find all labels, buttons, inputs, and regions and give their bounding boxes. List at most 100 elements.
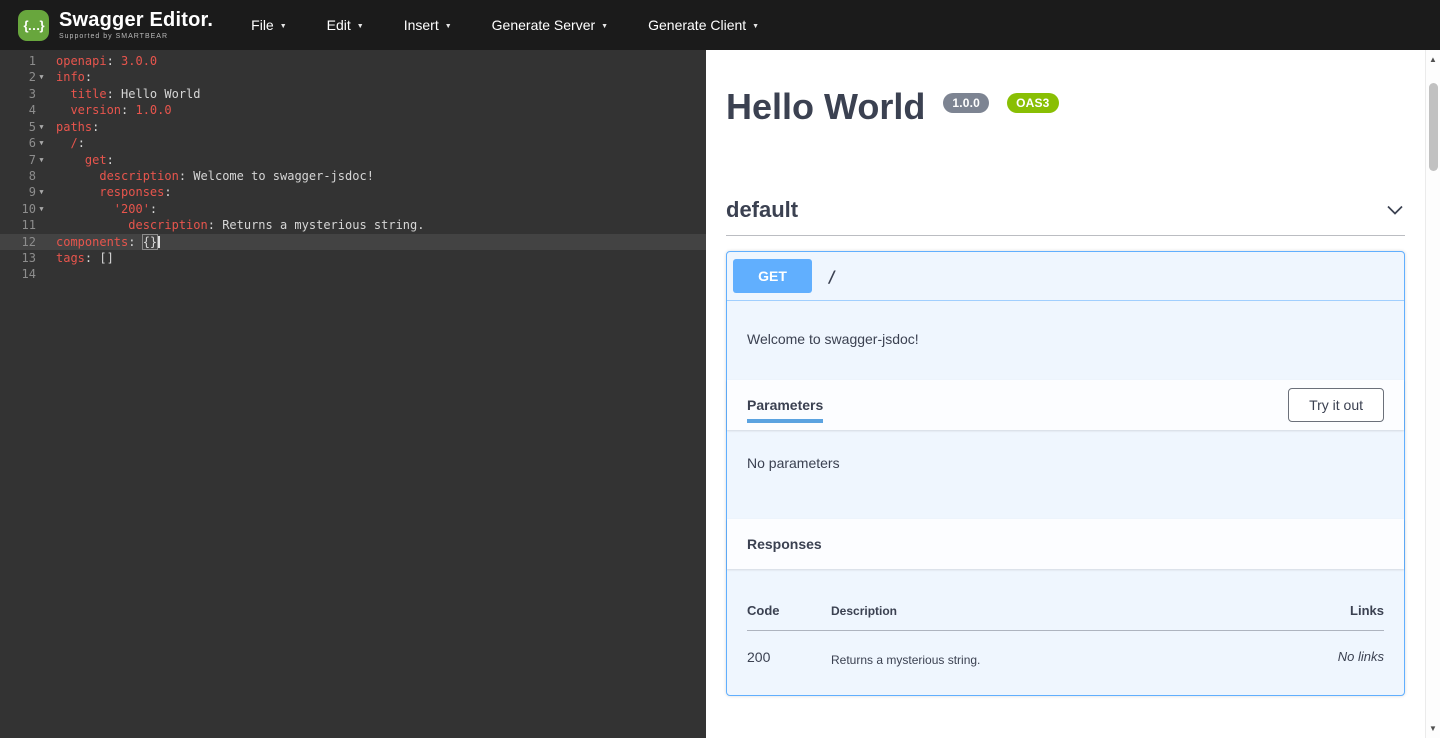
main-split: 12▼345▼6▼7▼89▼10▼11121314 openapi: 3.0.0… <box>0 50 1440 738</box>
no-parameters-text: No parameters <box>747 455 1384 471</box>
caret-down-icon: ▼ <box>280 21 287 30</box>
fold-toggle-icon[interactable]: ▼ <box>36 69 47 85</box>
code-line[interactable]: version: 1.0.0 <box>49 102 706 118</box>
swagger-ui-preview: Hello World 1.0.0 OAS3 default GET / Wel… <box>706 50 1425 738</box>
line-number: 6 <box>29 135 36 151</box>
gutter-line: 11 <box>0 217 49 233</box>
code-line[interactable]: responses: <box>49 184 706 200</box>
app-title: Swagger Editor. <box>59 10 213 31</box>
gutter-line: 10▼ <box>0 201 49 217</box>
line-number: 4 <box>29 102 36 118</box>
tag-section-default[interactable]: default <box>726 188 1405 236</box>
line-number: 12 <box>22 234 36 250</box>
gutter-line: 6▼ <box>0 135 49 151</box>
line-number: 11 <box>22 217 36 233</box>
gutter-line: 3 <box>0 86 49 102</box>
line-number: 14 <box>22 266 36 282</box>
api-info-section: Hello World 1.0.0 OAS3 <box>706 50 1425 146</box>
menu-file[interactable]: File ▼ <box>251 17 287 33</box>
caret-down-icon: ▼ <box>357 21 364 30</box>
scrollbar-thumb[interactable] <box>1429 83 1438 171</box>
gutter-line: 7▼ <box>0 152 49 168</box>
api-title: Hello World 1.0.0 OAS3 <box>726 86 1405 128</box>
line-number: 5 <box>29 119 36 135</box>
code-line[interactable]: description: Returns a mysterious string… <box>49 217 706 233</box>
brand-subtitle: Supported by SMARTBEAR <box>59 33 213 40</box>
responses-body: Code Description Links 200 Returns a mys… <box>727 569 1404 695</box>
col-header-description: Description <box>831 589 1264 631</box>
gutter-line: 4 <box>0 102 49 118</box>
line-number: 7 <box>29 152 36 168</box>
operation-summary[interactable]: GET / <box>727 252 1404 301</box>
parameters-header: Parameters Try it out <box>727 380 1404 430</box>
fold-toggle-icon[interactable]: ▼ <box>36 152 47 168</box>
parameters-body: No parameters <box>727 430 1404 519</box>
text-cursor <box>158 236 160 248</box>
preview-scrollbar[interactable]: ▲ ▼ <box>1425 50 1440 738</box>
menu-generate-client[interactable]: Generate Client ▼ <box>648 17 759 33</box>
gutter-line: 8 <box>0 168 49 184</box>
code-line[interactable]: title: Hello World <box>49 86 706 102</box>
chevron-down-icon[interactable] <box>1385 200 1405 220</box>
brand: {…} Swagger Editor. Supported by SMARTBE… <box>18 10 213 41</box>
caret-down-icon: ▼ <box>752 21 759 30</box>
method-badge: GET <box>733 259 812 293</box>
editor-code[interactable]: openapi: 3.0.0info: title: Hello World v… <box>49 53 706 738</box>
fold-toggle-icon[interactable]: ▼ <box>36 201 47 217</box>
scroll-up-icon[interactable]: ▲ <box>1426 55 1440 64</box>
response-code: 200 <box>747 631 831 668</box>
line-number: 1 <box>29 53 36 69</box>
responses-table: Code Description Links 200 Returns a mys… <box>747 589 1384 667</box>
version-badge: 1.0.0 <box>943 93 989 113</box>
menu-insert[interactable]: Insert ▼ <box>404 17 452 33</box>
line-number: 3 <box>29 86 36 102</box>
api-title-text: Hello World <box>726 86 925 127</box>
code-line[interactable]: components: {} <box>49 234 706 250</box>
gutter-line: 2▼ <box>0 69 49 85</box>
line-number: 10 <box>22 201 36 217</box>
code-line[interactable]: '200': <box>49 201 706 217</box>
gutter-line: 1 <box>0 53 49 69</box>
brand-text: Swagger Editor. Supported by SMARTBEAR <box>59 10 213 40</box>
response-row: 200 Returns a mysterious string. No link… <box>747 631 1384 668</box>
yaml-editor[interactable]: 12▼345▼6▼7▼89▼10▼11121314 openapi: 3.0.0… <box>0 50 706 738</box>
response-description: Returns a mysterious string. <box>831 631 1264 668</box>
code-line[interactable]: openapi: 3.0.0 <box>49 53 706 69</box>
code-line[interactable]: get: <box>49 152 706 168</box>
swagger-logo-icon: {…} <box>18 10 49 41</box>
code-line[interactable]: /: <box>49 135 706 151</box>
fold-toggle-icon[interactable]: ▼ <box>36 119 47 135</box>
code-line[interactable]: paths: <box>49 119 706 135</box>
menu-label: Insert <box>404 17 439 33</box>
line-number: 9 <box>29 184 36 200</box>
caret-down-icon: ▼ <box>445 21 452 30</box>
line-number: 2 <box>29 69 36 85</box>
code-line[interactable]: info: <box>49 69 706 85</box>
gutter-line: 14 <box>0 266 49 282</box>
tab-parameters[interactable]: Parameters <box>747 380 823 430</box>
menu-edit[interactable]: Edit▼ <box>327 17 364 33</box>
menu-label: Generate Client <box>648 17 746 33</box>
col-header-links: Links <box>1264 589 1384 631</box>
responses-title: Responses <box>747 519 822 569</box>
try-it-out-button[interactable]: Try it out <box>1288 388 1384 422</box>
editor-gutter: 12▼345▼6▼7▼89▼10▼11121314 <box>0 53 49 738</box>
code-line[interactable] <box>49 266 706 282</box>
menu-label: Generate Server <box>492 17 596 33</box>
code-line[interactable]: description: Welcome to swagger-jsdoc! <box>49 168 706 184</box>
topbar: {…} Swagger Editor. Supported by SMARTBE… <box>0 0 1440 50</box>
menu-label: File <box>251 17 274 33</box>
gutter-line: 9▼ <box>0 184 49 200</box>
operation-description: Welcome to swagger-jsdoc! <box>727 301 1404 380</box>
oas-badge: OAS3 <box>1007 93 1058 113</box>
menu-generate-server[interactable]: Generate Server ▼ <box>492 17 608 33</box>
fold-toggle-icon[interactable]: ▼ <box>36 184 47 200</box>
opblock-get: GET / Welcome to swagger-jsdoc! Paramete… <box>726 251 1405 696</box>
scroll-down-icon[interactable]: ▼ <box>1426 724 1440 733</box>
code-line[interactable]: tags: [] <box>49 250 706 266</box>
fold-toggle-icon[interactable]: ▼ <box>36 135 47 151</box>
caret-down-icon: ▼ <box>601 21 608 30</box>
gutter-line: 5▼ <box>0 119 49 135</box>
line-number: 8 <box>29 168 36 184</box>
line-number: 13 <box>22 250 36 266</box>
